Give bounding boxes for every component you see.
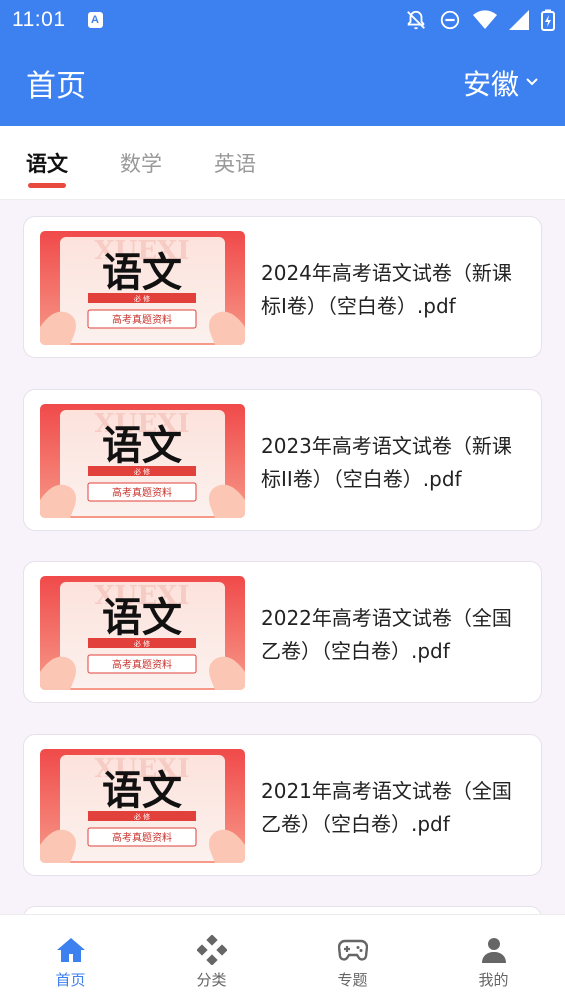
document-thumbnail: XUEXI 语文 必 修 高考真题资料 <box>40 576 245 690</box>
subject-cover-art: XUEXI 语文 必 修 高考真题资料 <box>40 749 245 863</box>
svg-text:必 修: 必 修 <box>134 294 150 303</box>
active-tab-indicator <box>28 183 66 188</box>
document-title: 2021年高考语文试卷（全国乙卷）（空白卷）.pdf <box>261 779 512 836</box>
tab-math[interactable]: 数学 <box>120 148 162 178</box>
document-card[interactable]: XUEXI 语文 必 修 高考真题资料 2022年高考语文试卷（全国乙卷）（空白… <box>23 561 542 703</box>
status-time: 11:01 <box>12 8 66 31</box>
nav-label: 分类 <box>196 971 227 989</box>
nav-label: 我的 <box>478 971 509 989</box>
home-icon <box>56 935 86 965</box>
subject-cover-art: XUEXI 语文 必 修 高考真题资料 <box>40 231 245 345</box>
document-title: 2022年高考语文试卷（全国乙卷）（空白卷）.pdf <box>261 606 512 663</box>
status-icons <box>405 9 555 31</box>
signal-icon <box>509 10 529 30</box>
bottom-nav: 首页 分类 专题 我的 <box>0 914 565 1004</box>
subject-tabs: 语文 数学 英语 <box>0 126 565 200</box>
nav-category[interactable]: 分类 <box>141 915 282 1004</box>
region-label: 安徽 <box>462 68 519 101</box>
accessibility-badge-icon: A <box>87 12 103 28</box>
tab-chinese[interactable]: 语文 <box>26 148 68 178</box>
status-bar: 11:01 A <box>0 0 565 40</box>
category-icon <box>196 935 227 965</box>
svg-text:高考真题资料: 高考真题资料 <box>112 658 172 671</box>
wifi-icon <box>473 10 497 30</box>
document-thumbnail: XUEXI 语文 必 修 高考真题资料 <box>40 749 245 863</box>
svg-text:语文: 语文 <box>102 249 182 296</box>
chevron-down-icon <box>525 74 539 93</box>
document-card[interactable]: XUEXI 语文 必 修 高考真题资料 2023年高考语文试卷（新课标II卷）（… <box>23 389 542 531</box>
nav-home[interactable]: 首页 <box>0 915 141 1004</box>
do-not-disturb-icon <box>439 9 461 31</box>
region-selector[interactable]: 安徽 <box>463 63 539 103</box>
nav-topics[interactable]: 专题 <box>282 915 423 1004</box>
person-icon <box>480 935 508 965</box>
page-title: 首页 <box>26 69 86 104</box>
svg-text:必 修: 必 修 <box>134 639 150 648</box>
svg-text:必 修: 必 修 <box>134 467 150 476</box>
subject-cover-art: XUEXI 语文 必 修 高考真题资料 <box>40 576 245 690</box>
document-title: 2023年高考语文试卷（新课标II卷）（空白卷）.pdf <box>261 434 512 491</box>
nav-label: 专题 <box>337 971 368 989</box>
app-bar: 首页 安徽 <box>0 40 565 126</box>
svg-text:必 修: 必 修 <box>134 812 150 821</box>
svg-text:高考真题资料: 高考真题资料 <box>112 486 172 499</box>
nav-profile[interactable]: 我的 <box>423 915 564 1004</box>
svg-text:语文: 语文 <box>102 594 182 641</box>
document-title: 2024年高考语文试卷（新课标I卷）（空白卷）.pdf <box>261 261 512 318</box>
svg-text:高考真题资料: 高考真题资料 <box>112 831 172 844</box>
battery-charging-icon <box>541 9 555 31</box>
svg-text:高考真题资料: 高考真题资料 <box>112 313 172 326</box>
gamepad-icon <box>337 935 368 965</box>
notifications-off-icon <box>405 9 427 31</box>
svg-text:语文: 语文 <box>102 422 182 469</box>
svg-text:语文: 语文 <box>102 767 182 814</box>
document-card[interactable]: XUEXI 语文 必 修 高考真题资料 2021年高考语文试卷（全国乙卷）（空白… <box>23 734 542 876</box>
document-thumbnail: XUEXI 语文 必 修 高考真题资料 <box>40 404 245 518</box>
subject-cover-art: XUEXI 语文 必 修 高考真题资料 <box>40 404 245 518</box>
document-card-partial[interactable] <box>23 906 542 914</box>
document-list: XUEXI 语文 必 修 高考真题资料 2024年高考语文试卷（新课标I卷）（空… <box>0 200 565 914</box>
document-thumbnail: XUEXI 语文 必 修 高考真题资料 <box>40 231 245 345</box>
document-card[interactable]: XUEXI 语文 必 修 高考真题资料 2024年高考语文试卷（新课标I卷）（空… <box>23 216 542 358</box>
nav-label: 首页 <box>55 971 86 989</box>
tab-english[interactable]: 英语 <box>214 148 256 178</box>
